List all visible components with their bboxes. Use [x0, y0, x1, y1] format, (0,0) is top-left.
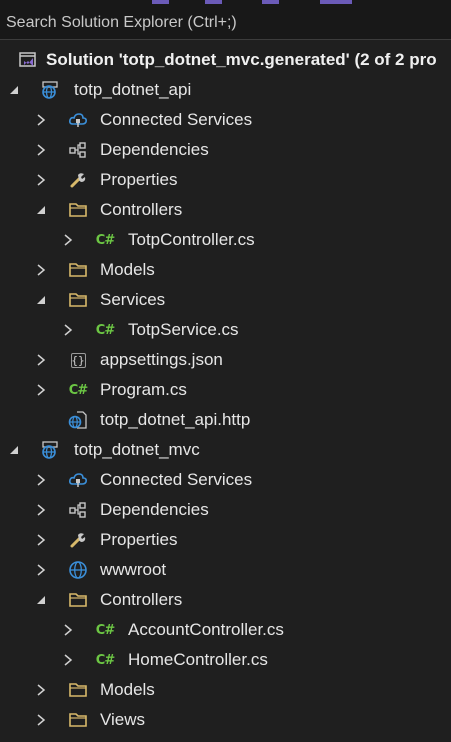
- collapse-arrow-icon[interactable]: [6, 442, 22, 458]
- tree-item-label: Solution 'totp_dotnet_mvc.generated' (2 …: [46, 50, 437, 69]
- tree-item-wwwroot[interactable]: wwwroot: [0, 555, 451, 585]
- dependencies-icon: [68, 500, 88, 520]
- expand-arrow-icon[interactable]: [33, 502, 49, 518]
- toolbar-indicator: [320, 0, 352, 4]
- tree-item-label: Models: [100, 680, 155, 699]
- folder-icon: [68, 680, 88, 700]
- expand-arrow-icon[interactable]: [33, 712, 49, 728]
- web-project-icon: [40, 80, 60, 100]
- wrench-icon: [68, 170, 88, 190]
- tree-item-program-cs[interactable]: C# Program.cs: [0, 375, 451, 405]
- tree-item-properties[interactable]: Properties: [0, 525, 451, 555]
- tree-item-views[interactable]: Views: [0, 705, 451, 735]
- folder-icon: [68, 260, 88, 280]
- toolbar-indicator: [205, 0, 222, 4]
- tree-item-models[interactable]: Models: [0, 675, 451, 705]
- expand-arrow-icon[interactable]: [60, 322, 76, 338]
- expand-arrow-icon[interactable]: [33, 682, 49, 698]
- search-solution-explorer-input[interactable]: Search Solution Explorer (Ctrl+;): [0, 5, 451, 40]
- tree-item-controllers[interactable]: Controllers: [0, 585, 451, 615]
- toolbar-indicator: [262, 0, 279, 4]
- folder-icon: [68, 590, 88, 610]
- collapse-arrow-icon[interactable]: [33, 592, 49, 608]
- tree-item-totp-dotnet-mvc[interactable]: totp_dotnet_mvc: [0, 435, 451, 465]
- expand-arrow-icon[interactable]: [60, 652, 76, 668]
- expand-arrow-icon[interactable]: [60, 622, 76, 638]
- tree-item-totp-dotnet-api-http[interactable]: totp_dotnet_api.http: [0, 405, 451, 435]
- expand-arrow-icon[interactable]: [33, 112, 49, 128]
- collapse-arrow-icon[interactable]: [33, 202, 49, 218]
- tree-item-label: totp_dotnet_api.http: [100, 410, 251, 429]
- tree-item-totp-dotnet-api[interactable]: totp_dotnet_api: [0, 75, 451, 105]
- csharp-file-icon: C#: [95, 652, 115, 668]
- tree-item-label: totp_dotnet_api: [74, 80, 192, 99]
- http-file-icon: [68, 410, 88, 430]
- web-project-icon: [40, 440, 60, 460]
- tree-item-label: Connected Services: [100, 110, 253, 129]
- dependencies-icon: [68, 140, 88, 160]
- tree-item-dependencies[interactable]: Dependencies: [0, 135, 451, 165]
- tree-item-label: TotpService.cs: [128, 320, 239, 339]
- expand-arrow-icon[interactable]: [33, 142, 49, 158]
- tree-item-label: Views: [100, 710, 146, 729]
- tree-item-label: wwwroot: [100, 560, 167, 579]
- search-placeholder: Search Solution Explorer (Ctrl+;): [6, 14, 237, 31]
- tree-item-label: Controllers: [100, 590, 183, 609]
- tree-item-label: TotpController.cs: [128, 230, 255, 249]
- json-file-icon: {}: [70, 352, 86, 368]
- tree-item-label: Services: [100, 290, 166, 309]
- tree-item-appsettings-json[interactable]: {} appsettings.json: [0, 345, 451, 375]
- tree-item-properties[interactable]: Properties: [0, 165, 451, 195]
- expand-arrow-icon[interactable]: [33, 382, 49, 398]
- folder-icon: [68, 290, 88, 310]
- connected-services-icon: [68, 470, 88, 490]
- tree-item-totpservice-cs[interactable]: C# TotpService.cs: [0, 315, 451, 345]
- expand-arrow-icon[interactable]: [33, 352, 49, 368]
- folder-icon: [68, 200, 88, 220]
- tree-item-connected-services[interactable]: Connected Services: [0, 105, 451, 135]
- tree-item-label: Properties: [100, 530, 178, 549]
- tree-item-controllers[interactable]: Controllers: [0, 195, 451, 225]
- expand-arrow-icon[interactable]: [33, 562, 49, 578]
- collapse-arrow-icon[interactable]: [6, 82, 22, 98]
- tree-item-label: Program.cs: [100, 380, 187, 399]
- solution-icon: [18, 50, 38, 70]
- connected-services-icon: [68, 110, 88, 130]
- tree-item-label: Dependencies: [100, 140, 209, 159]
- tree-item-connected-services[interactable]: Connected Services: [0, 465, 451, 495]
- tree-item-label: totp_dotnet_mvc: [74, 440, 200, 459]
- expand-arrow-icon[interactable]: [33, 532, 49, 548]
- globe-icon: [68, 560, 88, 580]
- expand-arrow-icon[interactable]: [60, 232, 76, 248]
- csharp-file-icon: C#: [95, 622, 115, 638]
- tree-item-totpcontroller-cs[interactable]: C# TotpController.cs: [0, 225, 451, 255]
- tree-item-dependencies[interactable]: Dependencies: [0, 495, 451, 525]
- csharp-file-icon: C#: [68, 382, 88, 398]
- tree-item-label: Connected Services: [100, 470, 253, 489]
- folder-icon: [68, 710, 88, 730]
- expand-arrow-icon[interactable]: [33, 172, 49, 188]
- tree-item-label: Controllers: [100, 200, 183, 219]
- tree-item-label: HomeController.cs: [128, 650, 268, 669]
- csharp-file-icon: C#: [95, 232, 115, 248]
- expand-arrow-icon[interactable]: [33, 472, 49, 488]
- collapse-arrow-icon[interactable]: [33, 292, 49, 308]
- tree-item-solution-totp-dotnet-mvc-generated-2-of-2-pro[interactable]: Solution 'totp_dotnet_mvc.generated' (2 …: [0, 45, 451, 75]
- tree-item-services[interactable]: Services: [0, 285, 451, 315]
- tree-item-label: AccountController.cs: [128, 620, 284, 639]
- tree-item-label: appsettings.json: [100, 350, 223, 369]
- tree-item-models[interactable]: Models: [0, 255, 451, 285]
- toolbar-indicator: [152, 0, 169, 4]
- csharp-file-icon: C#: [95, 322, 115, 338]
- tree-item-label: Models: [100, 260, 155, 279]
- tree-item-accountcontroller-cs[interactable]: C# AccountController.cs: [0, 615, 451, 645]
- tree-item-label: Properties: [100, 170, 178, 189]
- tree-item-homecontroller-cs[interactable]: C# HomeController.cs: [0, 645, 451, 675]
- wrench-icon: [68, 530, 88, 550]
- expand-arrow-icon[interactable]: [33, 262, 49, 278]
- tree-item-label: Dependencies: [100, 500, 209, 519]
